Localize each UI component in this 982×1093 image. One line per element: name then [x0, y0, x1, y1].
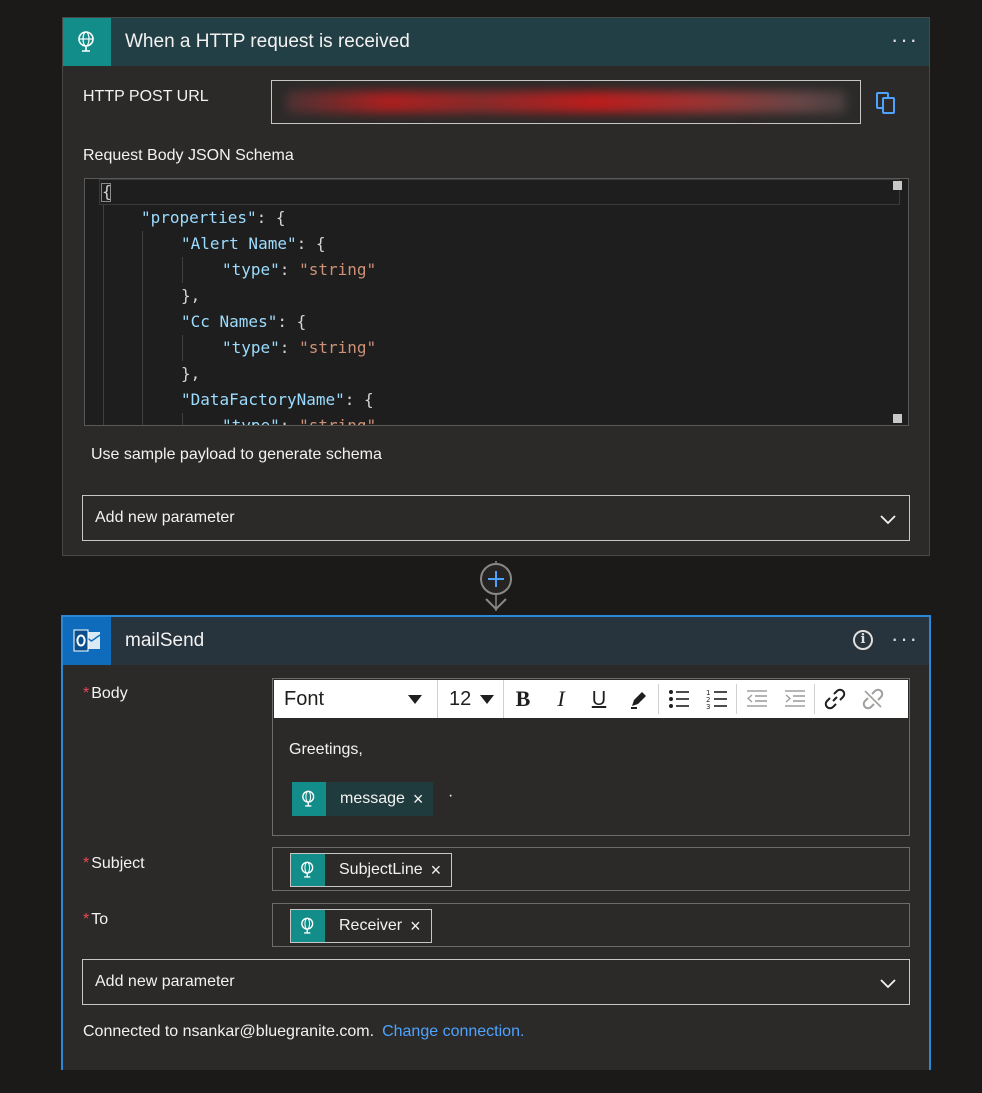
- numbered-list-icon[interactable]: 123: [698, 680, 736, 718]
- action-title: mailSend: [125, 630, 205, 651]
- action-header[interactable]: mailSend i ···: [63, 617, 929, 665]
- receiver-token[interactable]: Receiver ×: [290, 909, 432, 943]
- trigger-title: When a HTTP request is received: [125, 31, 410, 52]
- subject-field[interactable]: SubjectLine ×: [272, 847, 910, 891]
- connection-text: Connected to nsankar@bluegranite.com.: [83, 1023, 375, 1040]
- http-request-icon: [291, 854, 325, 886]
- subjectline-token[interactable]: SubjectLine ×: [290, 853, 453, 887]
- to-label-text: To: [91, 911, 109, 928]
- add-new-parameter-dropdown[interactable]: Add new parameter: [82, 959, 910, 1005]
- highlight-pen-icon[interactable]: [620, 680, 658, 718]
- chevron-down-icon: [880, 515, 896, 525]
- http-post-url-field[interactable]: [271, 80, 861, 124]
- http-request-icon: [291, 910, 325, 942]
- json-line: "properties": {: [141, 208, 286, 227]
- outlook-icon: [63, 617, 111, 665]
- scrollbar-thumb-bottom[interactable]: [893, 414, 902, 423]
- subject-label-text: Subject: [91, 855, 145, 872]
- to-label: * To: [83, 911, 108, 929]
- scrollbar-thumb-top[interactable]: [893, 181, 902, 190]
- indent-guide: [182, 335, 183, 361]
- http-post-url-label: HTTP POST URL: [83, 88, 209, 105]
- info-icon[interactable]: i: [853, 630, 873, 650]
- font-dropdown-label: Font: [284, 688, 325, 710]
- add-step-connector[interactable]: [478, 561, 514, 613]
- italic-button[interactable]: I: [542, 680, 580, 718]
- required-asterisk: *: [83, 911, 90, 928]
- json-line: "type": "string": [222, 260, 377, 279]
- json-line: "type": "string": [222, 416, 377, 426]
- to-field[interactable]: Receiver ×: [272, 903, 910, 947]
- font-size-label: 12: [449, 688, 472, 710]
- font-size-dropdown[interactable]: 12: [440, 680, 504, 718]
- body-label-text: Body: [91, 685, 128, 702]
- message-token-label: message: [326, 782, 413, 816]
- json-line: "DataFactoryName": {: [181, 390, 374, 409]
- subjectline-token-label: SubjectLine: [325, 854, 431, 886]
- json-schema-editor[interactable]: { "properties": { "Alert Name": { "type"…: [84, 178, 909, 426]
- change-connection-link[interactable]: Change connection.: [382, 1023, 524, 1040]
- body-greeting-text: Greetings,: [289, 741, 363, 758]
- redacted-url: [286, 91, 846, 113]
- unlink-icon[interactable]: [854, 680, 892, 718]
- caret-down-icon: [408, 695, 422, 704]
- message-token[interactable]: message ×: [292, 782, 434, 816]
- json-line: },: [181, 364, 201, 383]
- required-asterisk: *: [83, 855, 90, 872]
- toolbar-separator: [658, 684, 659, 714]
- underline-button[interactable]: U: [580, 680, 618, 718]
- indent-guide: [182, 413, 183, 425]
- chevron-down-icon: [880, 979, 896, 989]
- mailsend-action-card[interactable]: mailSend i ··· *Body Font 12 B I U 123: [61, 615, 931, 1070]
- receiver-token-label: Receiver: [325, 910, 411, 942]
- copy-icon[interactable]: [874, 91, 898, 115]
- indent-guide: [182, 257, 183, 283]
- http-request-icon: [292, 782, 326, 816]
- current-line-highlight: [99, 179, 900, 205]
- body-rich-text-editor[interactable]: Font 12 B I U 123 Greetings, message × ·: [272, 678, 910, 836]
- http-trigger-card[interactable]: When a HTTP request is received ··· HTTP…: [62, 17, 930, 556]
- json-line: "Cc Names": {: [181, 312, 307, 331]
- subject-label: * Subject: [83, 855, 145, 873]
- indent-guide: [142, 231, 143, 425]
- toolbar-separator: [736, 684, 737, 714]
- increase-indent-icon[interactable]: [776, 680, 814, 718]
- ellipsis-icon[interactable]: ···: [891, 617, 919, 665]
- decrease-indent-icon[interactable]: [738, 680, 776, 718]
- add-new-parameter-label: Add new parameter: [95, 973, 235, 990]
- add-new-parameter-label: Add new parameter: [95, 509, 235, 526]
- add-new-parameter-dropdown[interactable]: Add new parameter: [82, 495, 910, 541]
- remove-token-icon[interactable]: ×: [410, 910, 431, 942]
- json-line: {: [102, 182, 112, 201]
- ellipsis-icon[interactable]: ···: [891, 18, 919, 66]
- trigger-header[interactable]: When a HTTP request is received ···: [63, 18, 929, 66]
- connection-info: Connected to nsankar@bluegranite.com. Cha…: [83, 1023, 524, 1041]
- json-line: "Alert Name": {: [181, 234, 326, 253]
- body-label: * Body: [83, 685, 128, 703]
- http-request-icon: [63, 18, 111, 66]
- bulleted-list-icon[interactable]: [660, 680, 698, 718]
- svg-text:3: 3: [706, 703, 710, 710]
- link-icon[interactable]: [816, 680, 854, 718]
- body-trailing-dot: ·: [448, 787, 454, 804]
- rich-text-toolbar: Font 12 B I U 123: [274, 680, 908, 718]
- remove-token-icon[interactable]: ×: [430, 854, 452, 886]
- json-line: },: [181, 286, 201, 305]
- remove-token-icon[interactable]: ×: [412, 782, 434, 816]
- indent-guide: [103, 205, 104, 425]
- bold-button[interactable]: B: [504, 680, 542, 718]
- json-line: "type": "string": [222, 338, 377, 357]
- schema-label: Request Body JSON Schema: [83, 147, 294, 164]
- caret-down-icon: [480, 695, 494, 704]
- sample-payload-link[interactable]: Use sample payload to generate schema: [91, 446, 382, 464]
- required-asterisk: *: [83, 685, 90, 702]
- toolbar-separator: [814, 684, 815, 714]
- font-dropdown[interactable]: Font: [274, 680, 438, 718]
